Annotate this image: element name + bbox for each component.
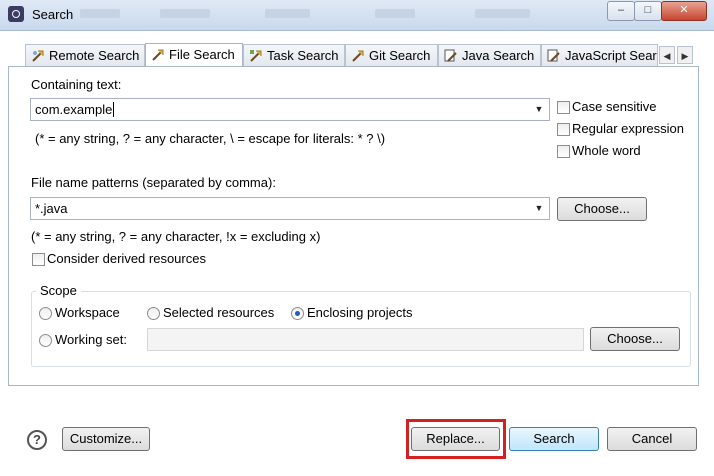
task-search-icon bbox=[250, 50, 262, 62]
dropdown-arrow-icon[interactable]: ▼ bbox=[531, 198, 547, 219]
search-button[interactable]: Search bbox=[509, 427, 599, 451]
tab-file-search[interactable]: File Search bbox=[145, 43, 243, 68]
file-search-icon bbox=[152, 49, 164, 61]
tab-label: Task Search bbox=[267, 48, 339, 63]
working-set-field bbox=[147, 328, 584, 351]
javascript-search-icon bbox=[547, 49, 560, 62]
git-search-icon bbox=[352, 50, 364, 62]
containing-text-value: com.example bbox=[35, 102, 115, 117]
whole-word-checkbox[interactable] bbox=[557, 145, 570, 158]
tab-remote-search[interactable]: Remote Search bbox=[25, 44, 145, 66]
eclipse-icon bbox=[8, 6, 24, 22]
working-set-label: Working set: bbox=[55, 332, 128, 347]
help-icon[interactable]: ? bbox=[27, 430, 47, 450]
background-window-ghost bbox=[375, 9, 415, 18]
tab-javascript-search[interactable]: JavaScript Search bbox=[541, 44, 658, 66]
maximize-button[interactable]: □ bbox=[634, 1, 662, 21]
scope-title: Scope bbox=[36, 283, 81, 298]
working-set-choose-button[interactable]: Choose... bbox=[590, 327, 680, 351]
whole-word-label: Whole word bbox=[572, 143, 641, 158]
containing-text-label: Containing text: bbox=[31, 77, 122, 92]
background-window-ghost bbox=[265, 9, 310, 18]
background-window-ghost bbox=[475, 9, 530, 18]
tab-label: JavaScript Search bbox=[565, 48, 657, 63]
tab-label: Git Search bbox=[369, 48, 431, 63]
replace-highlight-box bbox=[406, 419, 506, 459]
derived-resources-checkbox[interactable] bbox=[32, 253, 45, 266]
tab-label: File Search bbox=[169, 47, 235, 62]
tab-label: Java Search bbox=[462, 48, 535, 63]
java-search-icon bbox=[444, 49, 457, 62]
close-button[interactable]: ✕ bbox=[661, 1, 707, 21]
working-set-radio[interactable] bbox=[39, 334, 52, 347]
regular-expression-label: Regular expression bbox=[572, 121, 685, 136]
background-window-ghost bbox=[80, 9, 120, 18]
file-patterns-choose-button[interactable]: Choose... bbox=[557, 197, 647, 221]
file-patterns-combo[interactable]: *.java ▼ bbox=[30, 197, 550, 220]
window-title: Search bbox=[32, 7, 74, 22]
workspace-radio[interactable] bbox=[39, 307, 52, 320]
enclosing-projects-radio[interactable] bbox=[291, 307, 304, 320]
cancel-button[interactable]: Cancel bbox=[607, 427, 697, 451]
title-bar: Search – □ ✕ bbox=[0, 0, 714, 31]
workspace-label: Workspace bbox=[55, 305, 120, 320]
tab-scroll-left-icon[interactable]: ◀ bbox=[659, 46, 675, 64]
dropdown-arrow-icon[interactable]: ▼ bbox=[531, 99, 547, 120]
selected-resources-radio[interactable] bbox=[147, 307, 160, 320]
selected-resources-label: Selected resources bbox=[163, 305, 275, 320]
text-cursor bbox=[113, 102, 115, 117]
file-patterns-label: File name patterns (separated by comma): bbox=[31, 175, 276, 190]
file-patterns-input[interactable]: *.java bbox=[35, 201, 68, 216]
tab-scroll-right-icon[interactable]: ▶ bbox=[677, 46, 693, 64]
background-window-ghost bbox=[160, 9, 210, 18]
tab-java-search[interactable]: Java Search bbox=[438, 44, 541, 66]
containing-text-input[interactable]: com.example bbox=[35, 102, 112, 117]
case-sensitive-label: Case sensitive bbox=[572, 99, 657, 114]
tab-label: Remote Search bbox=[49, 48, 140, 63]
containing-text-combo[interactable]: com.example ▼ bbox=[30, 98, 550, 121]
customize-button[interactable]: Customize... bbox=[62, 427, 150, 451]
derived-resources-label: Consider derived resources bbox=[47, 251, 206, 266]
containing-text-hint: (* = any string, ? = any character, \ = … bbox=[35, 131, 386, 146]
enclosing-projects-label: Enclosing projects bbox=[307, 305, 413, 320]
remote-search-icon bbox=[32, 50, 44, 62]
case-sensitive-checkbox[interactable] bbox=[557, 101, 570, 114]
regular-expression-checkbox[interactable] bbox=[557, 123, 570, 136]
file-patterns-hint: (* = any string, ? = any character, !x =… bbox=[31, 229, 321, 244]
minimize-button[interactable]: – bbox=[607, 1, 635, 21]
tab-task-search[interactable]: Task Search bbox=[243, 44, 345, 66]
tab-git-search[interactable]: Git Search bbox=[345, 44, 438, 66]
